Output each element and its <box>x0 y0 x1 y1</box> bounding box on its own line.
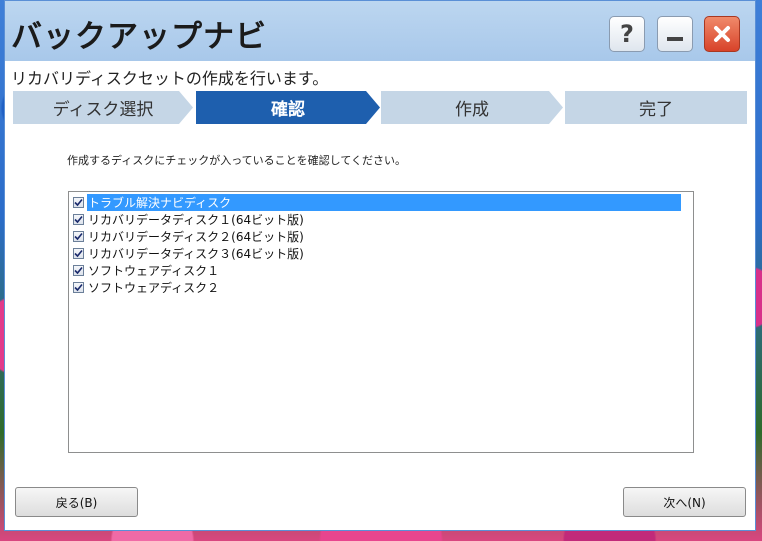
checkmark-icon <box>74 198 83 207</box>
step-label: 確認 <box>271 100 305 120</box>
disk-checklist[interactable]: トラブル解決ナビディスク リカバリデータディスク１(64ビット版) リカバリデー… <box>68 191 694 453</box>
back-button[interactable]: 戻る(B) <box>15 487 138 517</box>
question-icon: ? <box>620 20 634 48</box>
step-label: 完了 <box>639 100 673 120</box>
checkbox[interactable] <box>73 265 84 276</box>
checkmark-icon <box>74 232 83 241</box>
step-complete: 完了 <box>565 91 747 124</box>
wizard-steps: ディスク選択 確認 作成 完了 <box>13 91 749 124</box>
close-icon <box>714 26 730 42</box>
checkbox[interactable] <box>73 197 84 208</box>
step-label: ディスク選択 <box>52 100 154 120</box>
disk-item-label: リカバリデータディスク１(64ビット版) <box>88 213 304 227</box>
disk-item-label: ソフトウェアディスク２ <box>88 281 220 295</box>
backup-navi-window: バックアップナビ ? リカバリディスクセットの作成を行います。 ディスク選択 確… <box>4 0 756 531</box>
disk-item[interactable]: リカバリデータディスク１(64ビット版) <box>73 211 305 228</box>
close-button[interactable] <box>704 16 740 52</box>
checkmark-icon <box>74 215 83 224</box>
checkbox[interactable] <box>73 248 84 259</box>
disk-item[interactable]: リカバリデータディスク２(64ビット版) <box>73 228 305 245</box>
disk-item-label: リカバリデータディスク３(64ビット版) <box>88 247 304 261</box>
window-subtitle: リカバリディスクセットの作成を行います。 <box>11 69 329 88</box>
instruction-text: 作成するディスクにチェックが入っていることを確認してください。 <box>67 154 407 167</box>
next-button[interactable]: 次へ(N) <box>623 487 746 517</box>
checkmark-icon <box>74 249 83 258</box>
checkmark-icon <box>74 266 83 275</box>
step-confirm: 確認 <box>196 91 380 124</box>
disk-item[interactable]: ソフトウェアディスク１ <box>73 262 220 279</box>
disk-item[interactable]: トラブル解決ナビディスク <box>73 194 681 211</box>
disk-item-label: ソフトウェアディスク１ <box>88 264 220 278</box>
minimize-button[interactable] <box>657 16 693 52</box>
checkmark-icon <box>74 283 83 292</box>
window-title: バックアップナビ <box>11 19 267 55</box>
disk-item[interactable]: ソフトウェアディスク２ <box>73 279 220 296</box>
title-bar[interactable]: バックアップナビ ? <box>5 1 755 61</box>
checkbox[interactable] <box>73 214 84 225</box>
help-button[interactable]: ? <box>609 16 645 52</box>
step-create: 作成 <box>381 91 563 124</box>
minimize-icon <box>667 37 683 41</box>
disk-item-label: リカバリデータディスク２(64ビット版) <box>88 230 304 244</box>
step-label: 作成 <box>455 100 489 120</box>
step-disk-select: ディスク選択 <box>13 91 193 124</box>
disk-item-label: トラブル解決ナビディスク <box>87 194 681 211</box>
checkbox[interactable] <box>73 231 84 242</box>
disk-item[interactable]: リカバリデータディスク３(64ビット版) <box>73 245 305 262</box>
checkbox[interactable] <box>73 282 84 293</box>
